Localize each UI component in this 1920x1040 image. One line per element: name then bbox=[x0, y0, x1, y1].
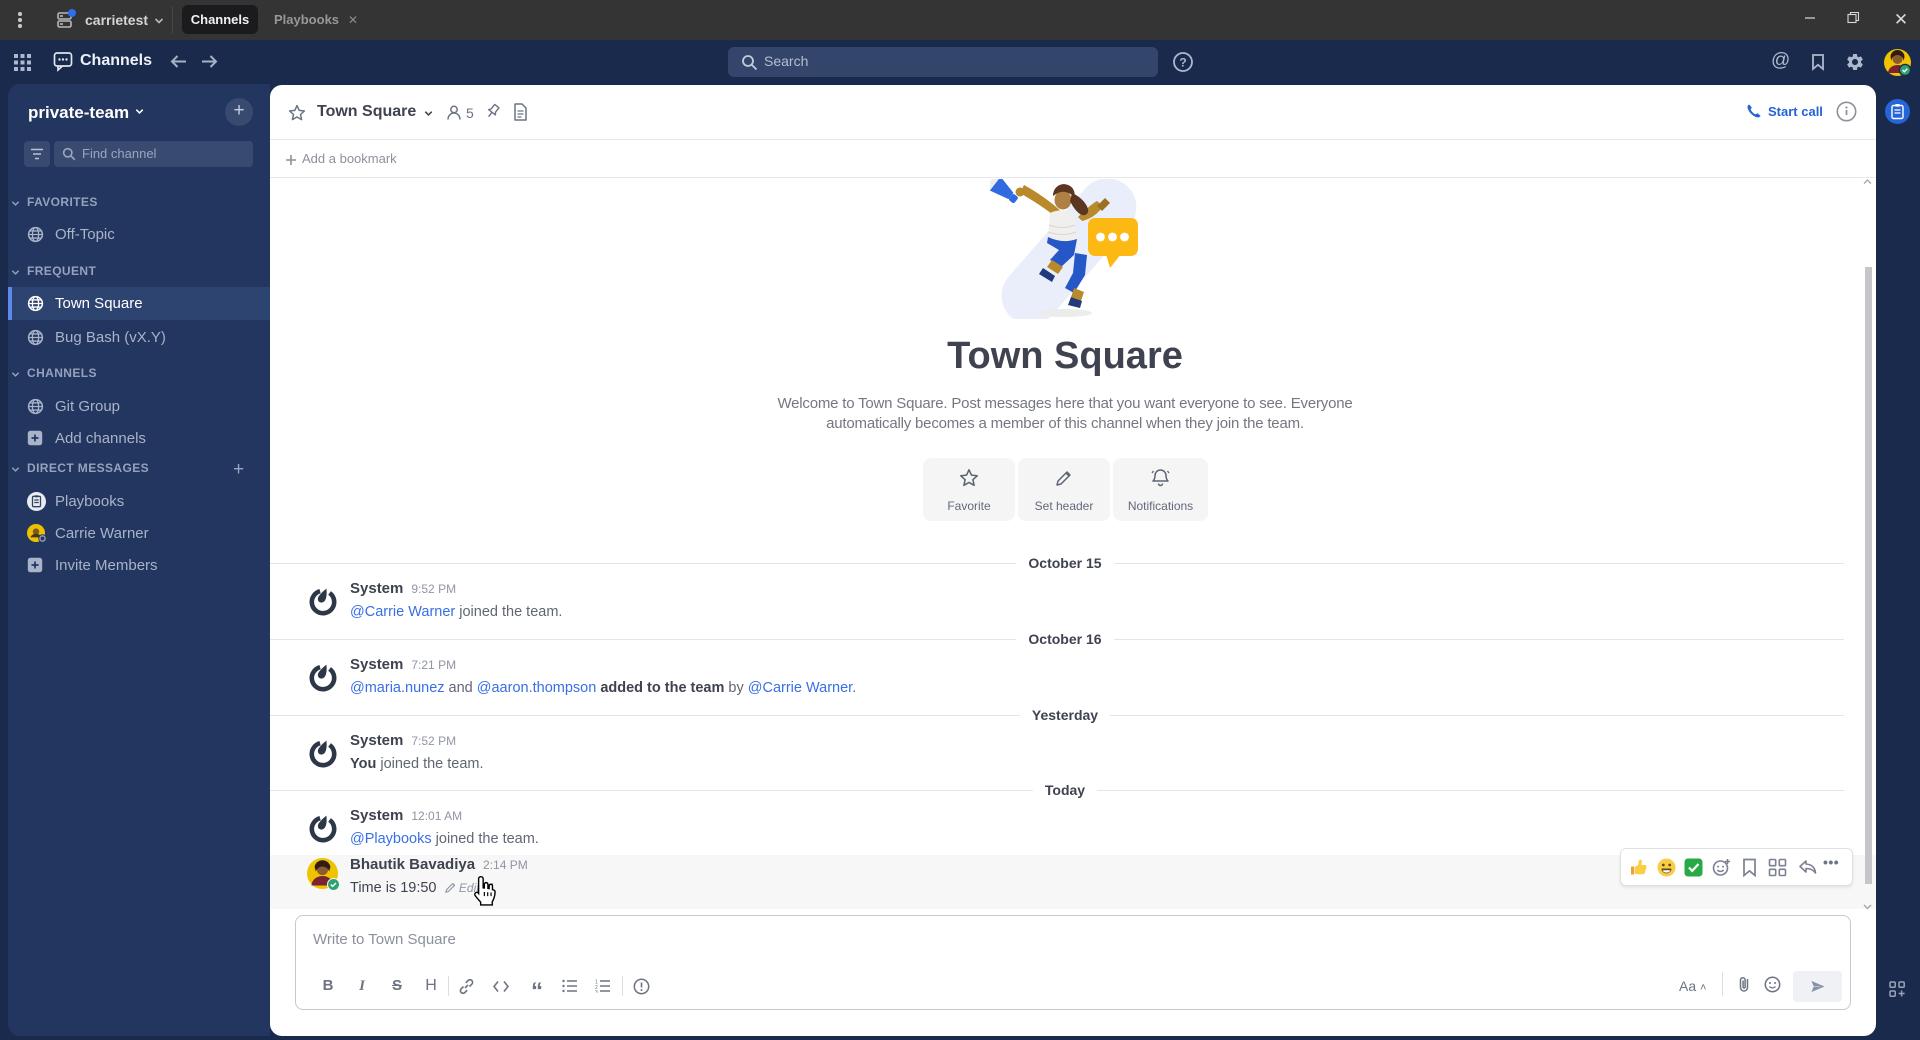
svg-text:3: 3 bbox=[595, 990, 598, 993]
svg-text:?: ? bbox=[1179, 56, 1186, 70]
